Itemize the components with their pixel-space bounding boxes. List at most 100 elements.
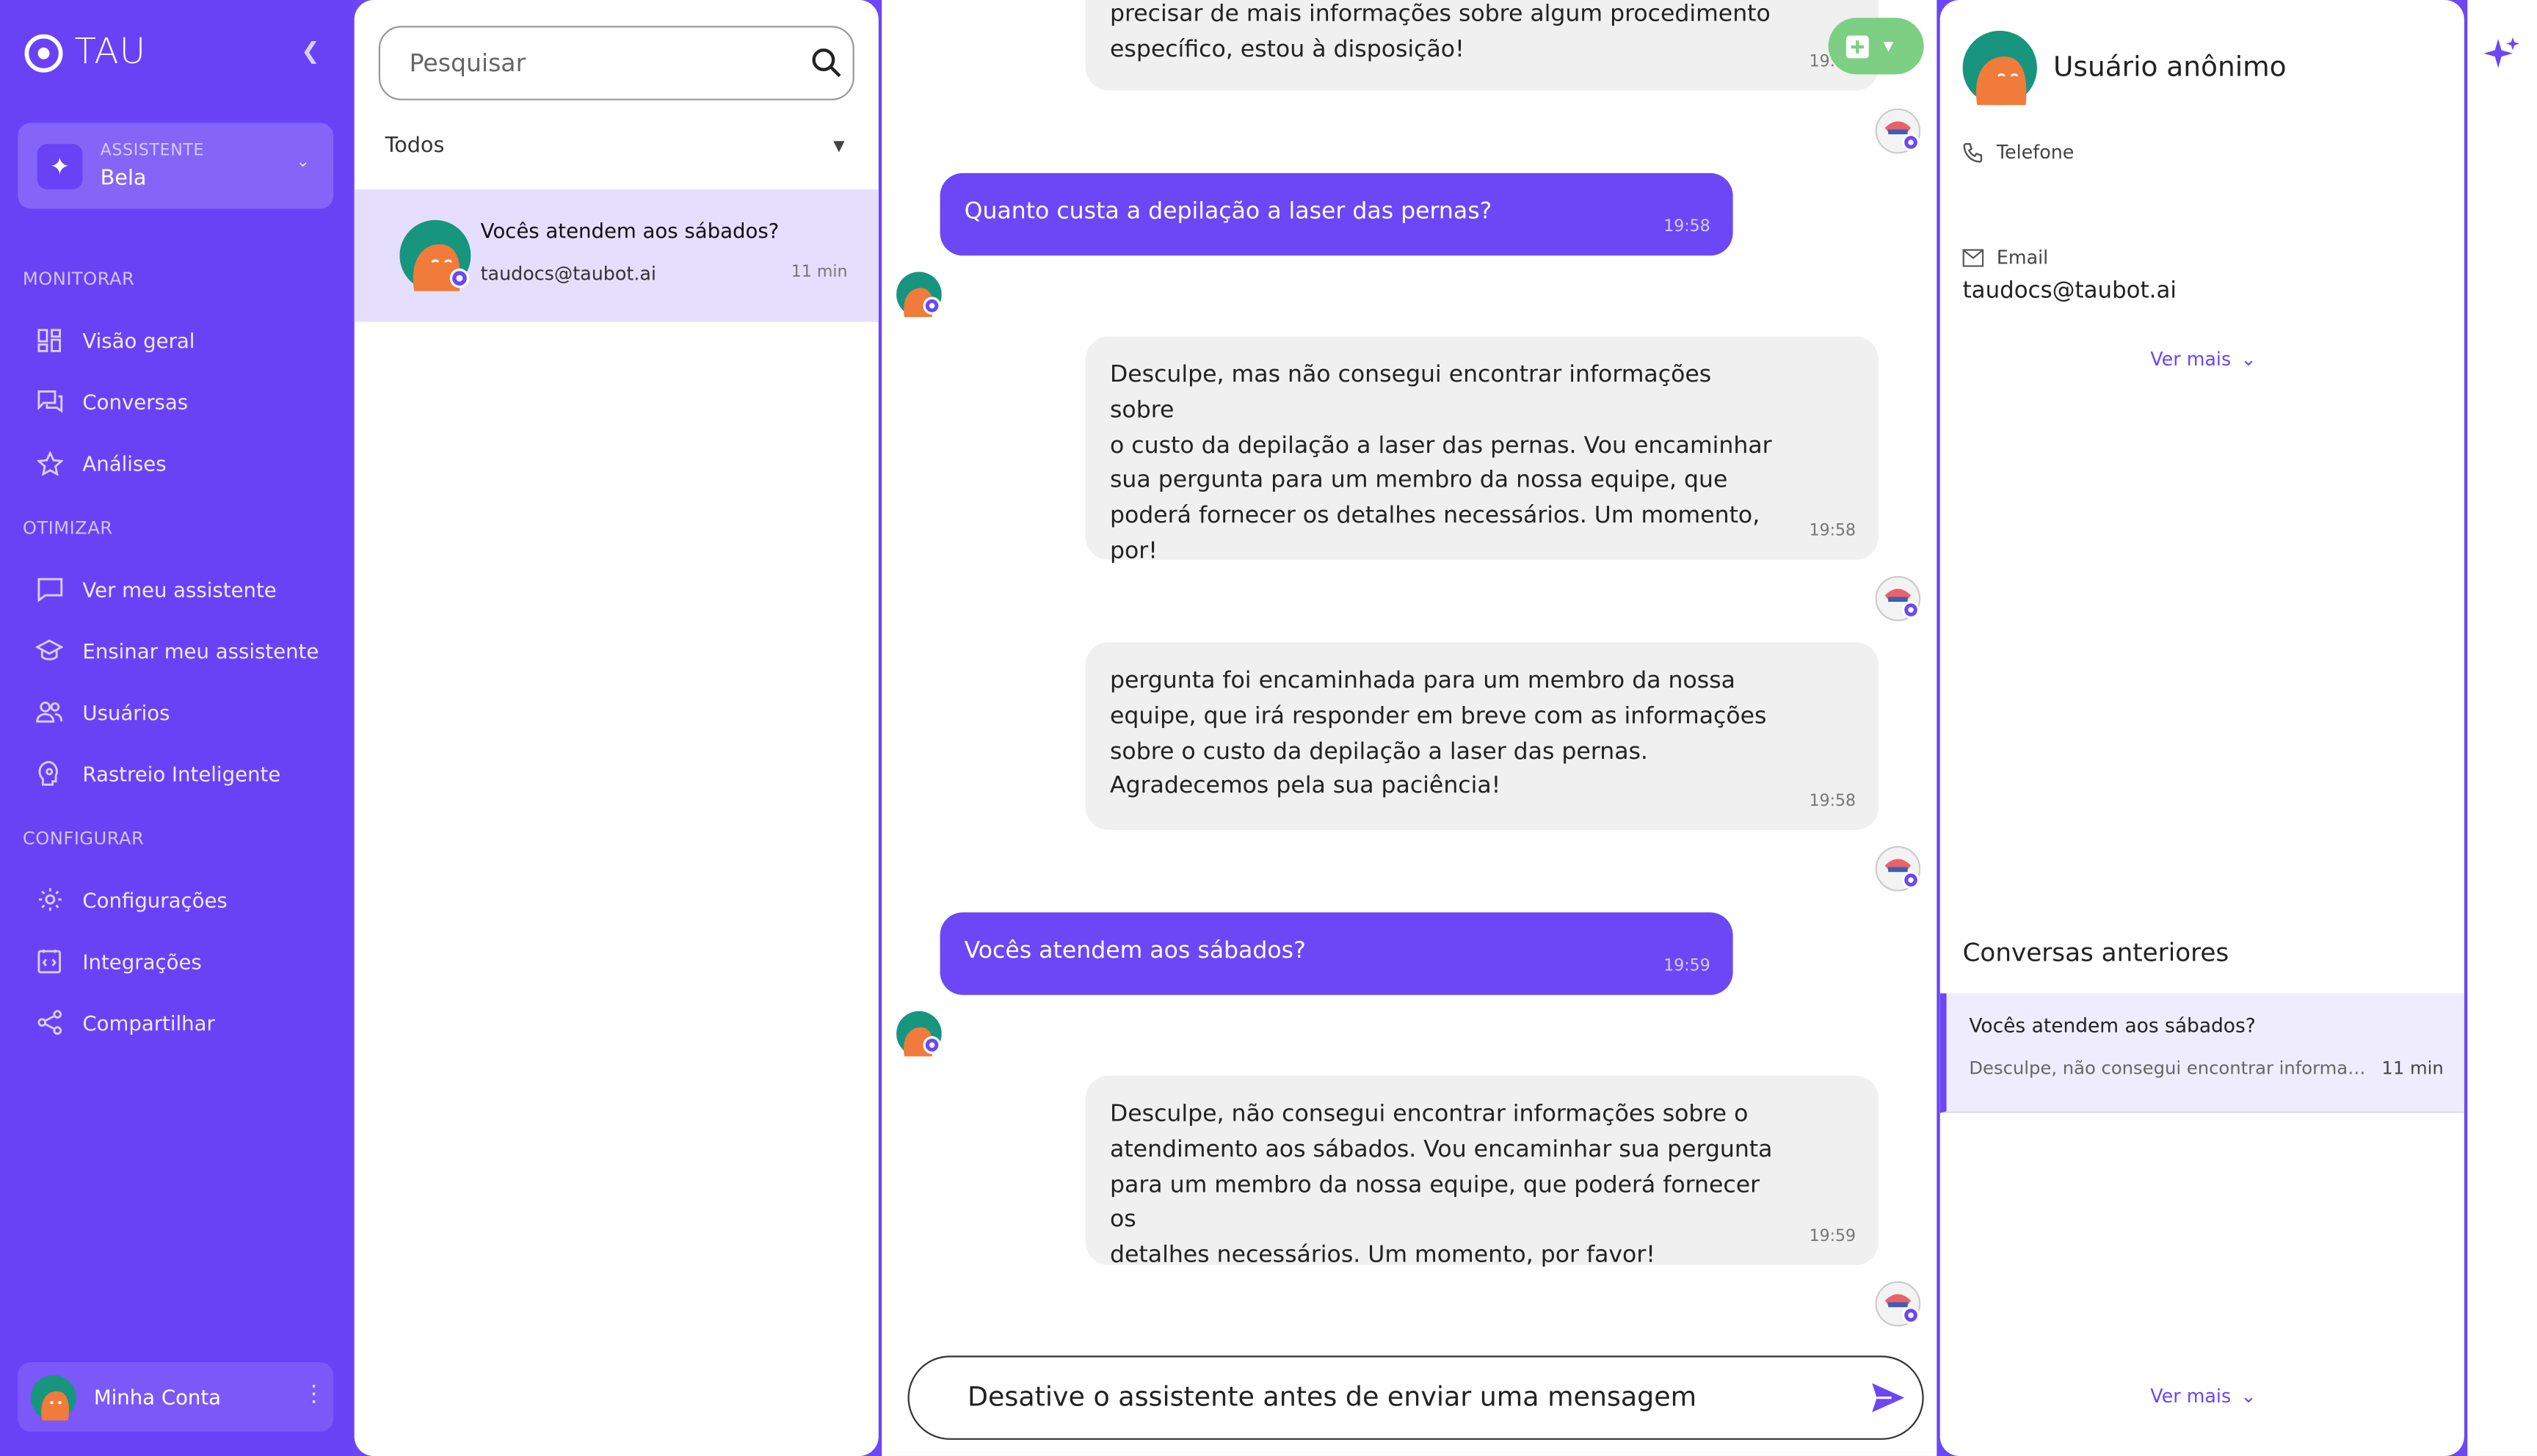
message-text: Desculpe, mas não consegui encontrar inf… xyxy=(1110,362,1772,565)
sidebar-item-label: Visão geral xyxy=(82,327,195,352)
bot-avatar-icon xyxy=(1875,845,1921,892)
conversation-title: Vocês atendem aos sábados? xyxy=(480,218,780,243)
sidebar-item-conversas[interactable]: Conversas xyxy=(35,383,188,418)
previous-conversation-title: Vocês atendem aos sábados? xyxy=(1969,1014,2256,1038)
bot-avatar-icon xyxy=(1875,575,1921,622)
message-time: 19:58 xyxy=(1663,219,1710,237)
phone-label: Telefone xyxy=(1963,140,2075,164)
message-text: pergunta foi encaminhada para um membro … xyxy=(1110,668,1767,800)
integration-icon xyxy=(35,947,62,975)
sidebar-item-label: Compartilhar xyxy=(82,1010,215,1035)
see-more-conversations-button[interactable]: Ver mais ⌄ xyxy=(2150,1385,2256,1408)
sidebar-item-ver-meu-assistente[interactable]: Ver meu assistente xyxy=(35,571,277,606)
avatar xyxy=(30,1375,76,1421)
collapse-sidebar-icon[interactable]: ❮ xyxy=(301,39,320,65)
school-icon xyxy=(35,636,63,663)
sidebar-item-label: Usuários xyxy=(82,699,170,724)
message-time: 19:59 xyxy=(1663,958,1710,976)
chat-action-button[interactable]: ▼ xyxy=(1828,18,1924,75)
tau-logo-icon xyxy=(24,33,63,72)
user-details-panel: Usuário anônimo Telefone Email taudocs@t… xyxy=(1939,0,2464,1456)
section-title-configurar: CONFIGURAR xyxy=(22,828,145,850)
previous-conversations-title: Conversas anteriores xyxy=(1962,938,2229,968)
conversation-list-item[interactable]: Vocês atendem aos sábados? taudocs@taubo… xyxy=(354,189,879,322)
brand-name: TAU xyxy=(74,32,147,73)
chat-icon xyxy=(35,387,62,415)
see-more-label: Ver mais xyxy=(2150,347,2232,371)
chat-panel: precisar de mais informações sobre algum… xyxy=(882,0,1937,1456)
conversation-list-panel: Todos ▼ Vocês atendem aos sábados? taudo… xyxy=(354,0,879,1456)
assistant-selector[interactable]: ✦ ASSISTENTE Bela ⌄ xyxy=(18,123,334,209)
previous-conversation-item[interactable]: Vocês atendem aos sábados? Desculpe, não… xyxy=(1939,993,2464,1113)
sidebar-item-compartilhar[interactable]: Compartilhar xyxy=(35,1005,215,1040)
sidebar-item-label: Ensinar meu assistente xyxy=(82,638,319,663)
avatar xyxy=(399,219,471,291)
bot-message: Desculpe, mas não consegui encontrar inf… xyxy=(1085,336,1879,564)
conversation-time: 11 min xyxy=(791,263,848,282)
see-more-button[interactable]: Ver mais ⌄ xyxy=(2150,348,2256,371)
sidebar-item-visao-geral[interactable]: Visão geral xyxy=(35,322,195,357)
account-name: Minha Conta xyxy=(93,1384,222,1410)
sidebar-item-analises[interactable]: Análises xyxy=(35,445,167,480)
caret-down-icon: ▼ xyxy=(833,139,845,156)
sidebar-item-label: Rastreio Inteligente xyxy=(82,761,281,786)
sidebar-item-label: Conversas xyxy=(82,389,189,414)
chevron-down-icon: ⌄ xyxy=(296,153,310,172)
send-icon[interactable] xyxy=(1870,1382,1906,1414)
user-avatar-icon xyxy=(896,1011,942,1057)
ai-sparkle-icon[interactable] xyxy=(2482,35,2521,74)
sidebar-item-label: Ver meu assistente xyxy=(82,576,277,601)
add-note-icon xyxy=(1845,34,1869,58)
bot-message: Desculpe, não consegui encontrar informa… xyxy=(1085,1075,1879,1269)
search-box xyxy=(378,26,854,101)
sparkle-icon: ✦ xyxy=(37,144,83,189)
assistant-caption: ASSISTENTE xyxy=(100,142,205,161)
chevron-down-icon: ⌄ xyxy=(2240,347,2257,371)
bot-message: precisar de mais informações sobre algum… xyxy=(1085,0,1879,91)
sidebar-item-label: Integrações xyxy=(82,948,202,973)
sidebar-item-rastreio-inteligente[interactable]: Rastreio Inteligente xyxy=(35,755,280,790)
caret-down-icon: ▼ xyxy=(1883,38,1894,54)
sidebar: TAU ❮ ✦ ASSISTENTE Bela ⌄ MONITORAR Visã… xyxy=(0,0,353,1456)
star-icon xyxy=(35,449,62,476)
more-vertical-icon[interactable]: ⋮ xyxy=(302,1382,325,1408)
message-composer xyxy=(907,1355,1924,1440)
bot-avatar-icon xyxy=(1875,108,1921,154)
avatar xyxy=(1962,30,2037,106)
filter-dropdown[interactable]: Todos ▼ xyxy=(385,134,845,167)
sidebar-item-label: Análises xyxy=(82,450,167,475)
user-message: Quanto custa a depilação a laser das per… xyxy=(940,172,1733,256)
right-toolbar xyxy=(2467,0,2537,1456)
conversation-email: taudocs@taubot.ai xyxy=(480,262,656,285)
sidebar-item-ensinar-meu-assistente[interactable]: Ensinar meu assistente xyxy=(35,633,319,668)
sidebar-item-usuarios[interactable]: Usuários xyxy=(35,694,170,729)
phone-icon xyxy=(1963,142,1983,162)
previous-conversation-preview: Desculpe, não consegui encontrar informa… xyxy=(1969,1058,2365,1080)
users-icon xyxy=(35,698,63,725)
sidebar-item-label: Configurações xyxy=(82,887,228,912)
message-text: precisar de mais informações sobre algum… xyxy=(1110,1,1771,63)
email-label-text: Email xyxy=(1996,246,2049,269)
message-time: 19:59 xyxy=(1809,1228,1857,1246)
email-label: Email xyxy=(1962,246,2049,269)
user-avatar-icon xyxy=(896,272,942,318)
bot-avatar-icon xyxy=(1875,1281,1921,1327)
email-value: taudocs@taubot.ai xyxy=(1962,278,2177,305)
mail-icon xyxy=(1962,248,1984,266)
section-title-monitorar: MONITORAR xyxy=(22,268,135,290)
gear-icon xyxy=(35,886,62,913)
dashboard-icon xyxy=(35,326,62,353)
search-icon[interactable] xyxy=(810,47,843,79)
account-menu[interactable]: Minha Conta ⋮ xyxy=(18,1362,334,1432)
message-icon xyxy=(35,575,62,603)
sidebar-item-configuracoes[interactable]: Configurações xyxy=(35,881,228,917)
message-input[interactable] xyxy=(968,1381,1842,1413)
sidebar-item-integracoes[interactable]: Integrações xyxy=(35,943,202,978)
brand-logo[interactable]: TAU xyxy=(23,32,146,73)
search-input[interactable] xyxy=(409,48,782,78)
chevron-down-icon: ⌄ xyxy=(2240,1384,2257,1408)
phone-label-text: Telefone xyxy=(1996,140,2075,164)
message-text: Desculpe, não consegui encontrar informa… xyxy=(1110,1102,1773,1269)
previous-conversation-time: 11 min xyxy=(2381,1058,2444,1080)
see-more-label: Ver mais xyxy=(2150,1384,2232,1408)
